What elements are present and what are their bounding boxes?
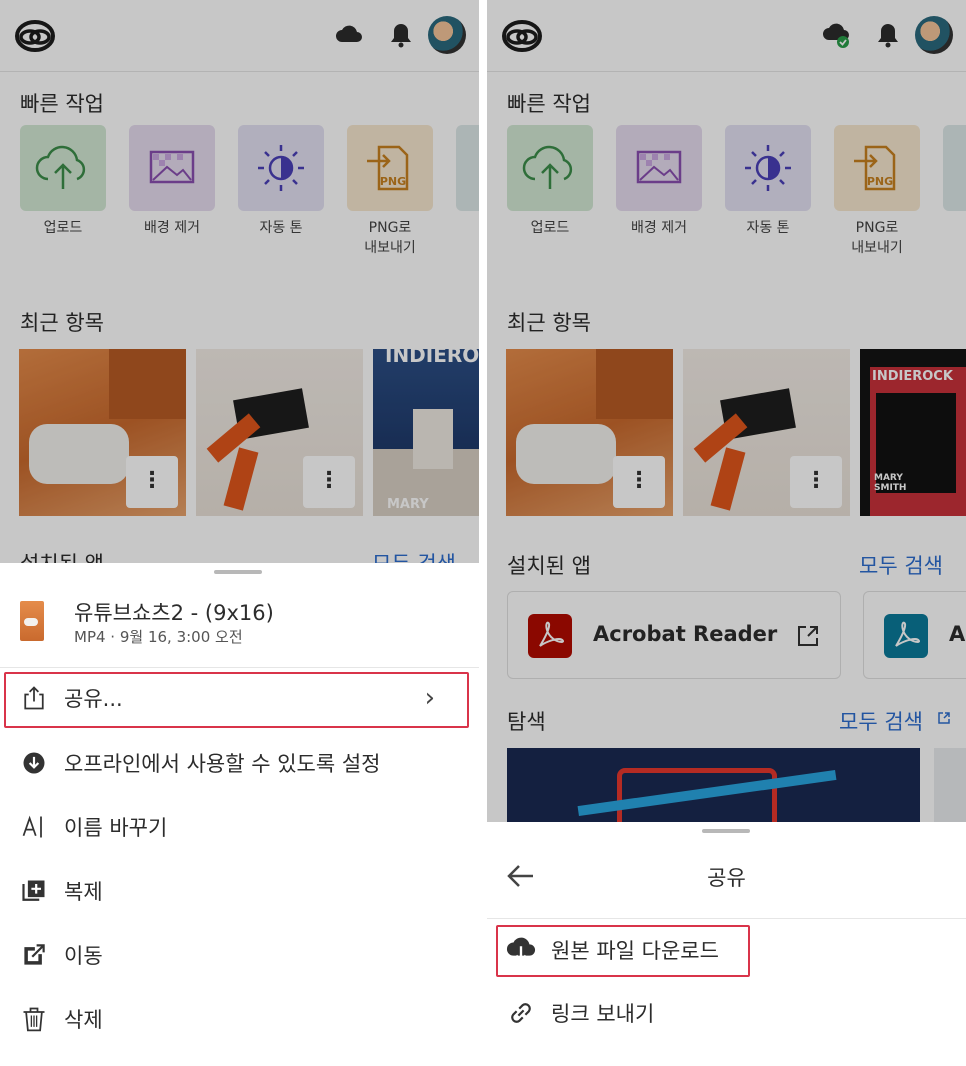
share-sheet-title: 공유 [707,866,746,890]
link-icon [505,997,537,1029]
download-highlight-box [496,925,750,977]
download-circle-icon [18,747,50,779]
menu-item-move[interactable]: 이동 [0,925,479,985]
left-screen: 빠른 작업 PNG 업로드 배경 제거 자동 톤 PNG로 내보내기 최근 항목… [0,0,479,1066]
sheet-drag-handle[interactable] [214,570,262,574]
file-name: 유튜브쇼츠2 - (9x16) [74,601,274,625]
menu-item-label: 링크 보내기 [551,1002,655,1026]
file-action-sheet: 유튜브쇼츠2 - (9x16) MP4 · 9월 16, 3:00 오전 공유.… [0,563,479,1066]
sheet-drag-handle[interactable] [702,829,750,833]
menu-item-duplicate[interactable]: 복제 [0,861,479,921]
menu-item-send-link[interactable]: 링크 보내기 [487,983,966,1043]
dim-overlay[interactable] [0,0,479,563]
trash-icon [18,1003,50,1035]
right-screen: 빠른 작업 PNG 업로드 배경 제거 자동 톤 PNG로 내보내기 최근 항목… [487,0,966,1066]
menu-item-label: 삭제 [64,1008,103,1032]
file-meta: MP4 · 9월 16, 3:00 오전 [74,628,243,646]
menu-item-delete[interactable]: 삭제 [0,989,479,1049]
menu-item-label: 복제 [64,880,103,904]
share-sheet: 공유 원본 파일 다운로드 링크 보내기 [487,822,966,1066]
menu-item-offline[interactable]: 오프라인에서 사용할 수 있도록 설정 [0,733,479,793]
menu-item-rename[interactable]: 이름 바꾸기 [0,797,479,857]
menu-item-label: 이름 바꾸기 [64,816,168,840]
dim-overlay[interactable] [487,0,966,822]
move-icon [18,939,50,971]
file-thumbnail [20,601,44,641]
duplicate-icon [18,875,50,907]
sheet-divider [487,918,966,919]
share-highlight-box [4,672,469,728]
panel-divider [479,0,487,1066]
menu-item-label: 오프라인에서 사용할 수 있도록 설정 [64,752,381,776]
rename-icon [18,811,50,843]
menu-item-label: 이동 [64,944,103,968]
